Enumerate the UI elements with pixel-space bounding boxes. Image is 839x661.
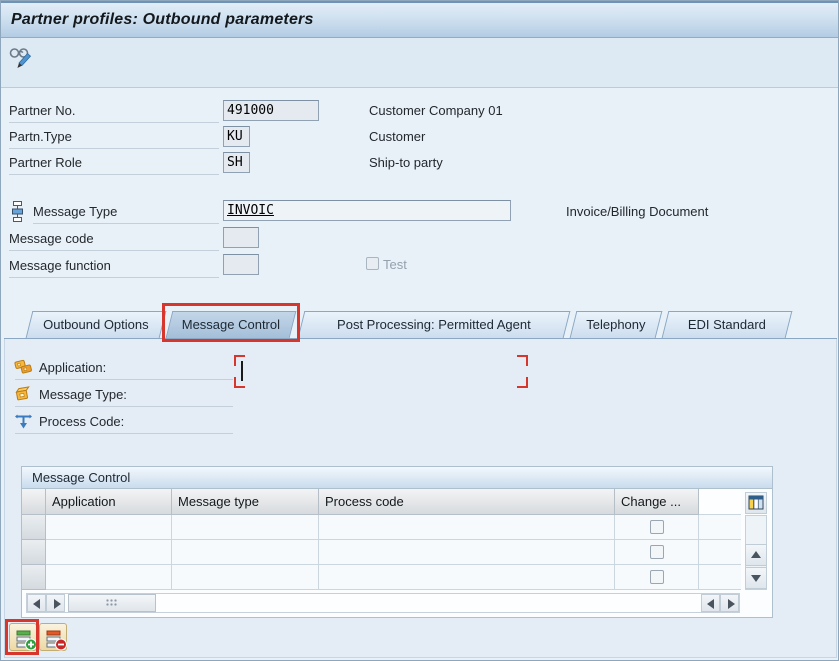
arrow-up-icon bbox=[751, 551, 761, 558]
text-cursor bbox=[241, 361, 243, 381]
header-filler bbox=[699, 489, 741, 515]
process-code-panel-label[interactable]: Process Code: bbox=[15, 411, 233, 434]
table-row bbox=[22, 515, 741, 540]
cell-process-code[interactable] bbox=[319, 565, 615, 590]
change-checkbox[interactable] bbox=[650, 545, 664, 559]
cell-application[interactable] bbox=[46, 540, 172, 565]
sap-window: Partner profiles: Outbound parameters Pa… bbox=[0, 0, 839, 661]
column-header-message-type[interactable]: Message type bbox=[172, 489, 319, 515]
scroll-left-button-2[interactable] bbox=[701, 594, 720, 612]
arrow-down-icon bbox=[751, 575, 761, 582]
partner-type-field[interactable] bbox=[223, 126, 250, 147]
row-selector[interactable] bbox=[22, 515, 46, 540]
partner-role-label: Partner Role bbox=[9, 152, 219, 175]
tab-message-control[interactable]: Message Control bbox=[165, 311, 297, 338]
select-all-header[interactable] bbox=[22, 489, 46, 515]
message-type-panel-label[interactable]: Message Type: bbox=[15, 384, 233, 407]
table-settings-button[interactable] bbox=[745, 492, 767, 514]
cell-process-code[interactable] bbox=[319, 540, 615, 565]
title-bar: Partner profiles: Outbound parameters bbox=[1, 1, 838, 38]
table-config-icon bbox=[748, 495, 764, 514]
arrow-right-icon bbox=[728, 599, 735, 609]
cell-filler bbox=[699, 515, 741, 540]
tab-telephony[interactable]: Telephony bbox=[569, 311, 663, 338]
insert-row-button[interactable] bbox=[9, 623, 37, 651]
test-checkbox-label: Test bbox=[383, 257, 407, 272]
tab-edi-standard[interactable]: EDI Standard bbox=[661, 311, 793, 338]
cell-message-type[interactable] bbox=[172, 565, 319, 590]
column-header-application[interactable]: Application bbox=[46, 489, 172, 515]
scroll-right-button-2[interactable] bbox=[720, 594, 739, 612]
partner-type-description: Customer bbox=[369, 129, 426, 144]
column-header-change[interactable]: Change ... bbox=[615, 489, 699, 515]
arrow-left-icon bbox=[707, 599, 714, 609]
hierarchy-icon bbox=[10, 201, 25, 227]
cell-filler bbox=[699, 565, 741, 590]
cell-change bbox=[615, 515, 699, 540]
row-selector[interactable] bbox=[22, 540, 46, 565]
message-type-label: Message Type bbox=[33, 201, 219, 224]
message-code-label: Message code bbox=[9, 228, 219, 251]
cell-message-type[interactable] bbox=[172, 540, 319, 565]
partner-no-description: Customer Company 01 bbox=[369, 103, 503, 118]
glasses-pencil-icon bbox=[8, 45, 33, 72]
cell-application[interactable] bbox=[46, 515, 172, 540]
horizontal-scrollbar[interactable] bbox=[26, 593, 740, 613]
scroll-left-button[interactable] bbox=[27, 594, 46, 612]
scroll-up-button[interactable] bbox=[745, 544, 767, 566]
scroll-down-button[interactable] bbox=[745, 567, 767, 589]
change-checkbox[interactable] bbox=[650, 570, 664, 584]
message-code-field[interactable] bbox=[223, 227, 259, 248]
delete-row-button[interactable] bbox=[39, 623, 67, 651]
change-checkbox[interactable] bbox=[650, 520, 664, 534]
partner-type-label: Partn.Type bbox=[9, 126, 219, 149]
table-row bbox=[22, 565, 741, 590]
message-function-label: Message function bbox=[9, 255, 219, 278]
message-function-field[interactable] bbox=[223, 254, 259, 275]
arrow-right-icon bbox=[54, 599, 61, 609]
table-row bbox=[22, 540, 741, 565]
partner-no-field[interactable] bbox=[223, 100, 319, 121]
column-header-process-code[interactable]: Process code bbox=[319, 489, 615, 515]
cell-filler bbox=[699, 540, 741, 565]
message-control-table: Message Control Application Message type… bbox=[21, 466, 773, 618]
display-change-button[interactable] bbox=[6, 44, 34, 70]
arrow-left-icon bbox=[33, 599, 40, 609]
cell-application[interactable] bbox=[46, 565, 172, 590]
cell-change bbox=[615, 540, 699, 565]
cell-process-code[interactable] bbox=[319, 515, 615, 540]
scroll-right-button[interactable] bbox=[46, 594, 65, 612]
partner-role-description: Ship-to party bbox=[369, 155, 443, 170]
table-title: Message Control bbox=[22, 467, 772, 489]
cell-change bbox=[615, 565, 699, 590]
tab-post-processing[interactable]: Post Processing: Permitted Agent bbox=[297, 311, 571, 338]
partner-role-field[interactable] bbox=[223, 152, 250, 173]
application-toolbar bbox=[1, 38, 838, 88]
page-title: Partner profiles: Outbound parameters bbox=[11, 11, 314, 28]
message-type-description: Invoice/Billing Document bbox=[566, 204, 709, 219]
row-selector[interactable] bbox=[22, 565, 46, 590]
cell-message-type[interactable] bbox=[172, 515, 319, 540]
hscroll-thumb[interactable] bbox=[68, 594, 156, 612]
tab-outbound-options[interactable]: Outbound Options bbox=[25, 311, 167, 338]
test-checkbox bbox=[366, 257, 379, 270]
message-type-field[interactable] bbox=[223, 200, 511, 221]
application-field-label[interactable]: Application: bbox=[15, 357, 233, 380]
partner-no-label: Partner No. bbox=[9, 100, 219, 123]
grip-icon bbox=[105, 598, 119, 608]
